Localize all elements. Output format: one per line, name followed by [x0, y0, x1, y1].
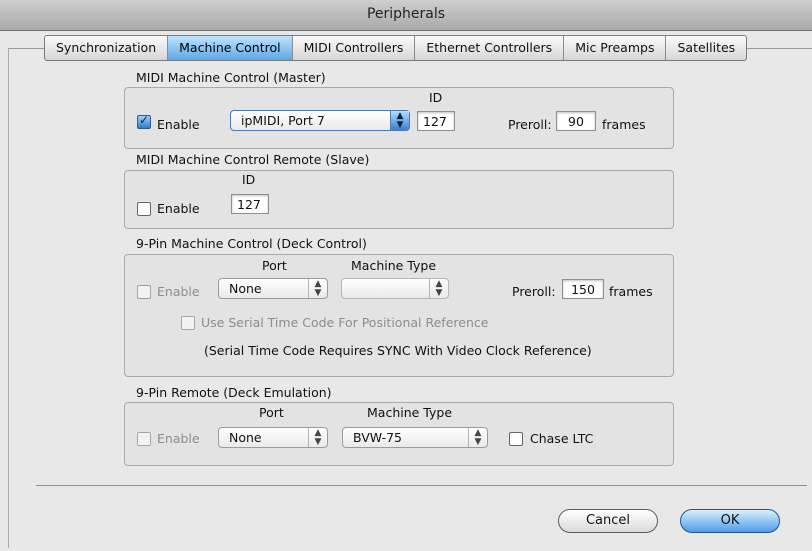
up-down-arrows-icon: ▲ ▼ — [308, 279, 327, 298]
mmc-master-id-field[interactable]: 127 — [417, 111, 455, 131]
ninepin-port-value: None — [229, 281, 262, 296]
ninepin-port-label: Port — [262, 258, 287, 273]
up-down-arrows-icon: ▲ ▼ — [390, 111, 409, 130]
tab-midi-controllers[interactable]: MIDI Controllers — [293, 36, 416, 60]
ninepin-remote-chase-checkbox[interactable] — [509, 432, 523, 446]
ninepin-preroll-field[interactable]: 150 — [562, 279, 604, 299]
mmc-master-group: Enable ipMIDI, Port 7 ▲▼ ID 127 Preroll:… — [124, 87, 674, 149]
tab-synchronization[interactable]: Synchronization — [45, 36, 169, 60]
ninepin-preroll-label: Preroll: — [512, 284, 556, 299]
mmc-master-preroll-label: Preroll: — [508, 117, 552, 132]
mmc-master-title: MIDI Machine Control (Master) — [136, 70, 326, 85]
tab-bar: Synchronization Machine Control MIDI Con… — [44, 35, 748, 61]
button-separator — [36, 485, 807, 486]
ninepin-machine-type-label: Machine Type — [351, 258, 437, 273]
tab-ethernet-controllers[interactable]: Ethernet Controllers — [415, 36, 565, 60]
up-down-arrows-icon: ▲ ▼ — [468, 428, 487, 447]
mmc-master-port-popup[interactable]: ipMIDI, Port 7 ▲ ▼ — [230, 110, 410, 131]
ninepin-enable-label: Enable — [157, 284, 200, 299]
window-title: Peripherals — [366, 6, 446, 22]
ninepin-serial-note: (Serial Time Code Requires SYNC With Vid… — [204, 343, 592, 358]
ninepin-remote-enable-label: Enable — [157, 431, 200, 446]
window-titlebar: Peripherals — [0, 0, 812, 31]
mmc-master-enable-checkbox[interactable] — [137, 113, 151, 129]
mmc-remote-title: MIDI Machine Control Remote (Slave) — [136, 152, 370, 167]
mmc-remote-enable-label: Enable — [157, 201, 200, 216]
ninepin-remote-port-value: None — [229, 430, 262, 445]
up-down-arrows-icon: ▲ ▼ — [308, 428, 327, 447]
tab-content-left-border — [8, 48, 9, 548]
ninepin-remote-machine-type-value: BVW-75 — [353, 430, 403, 445]
ninepin-frames-label: frames — [609, 284, 653, 299]
mmc-master-id-label: ID — [429, 90, 443, 105]
ok-button[interactable]: OK — [680, 509, 780, 533]
ninepin-remote-machine-type-popup[interactable]: BVW-75 ▲ ▼ — [342, 427, 488, 448]
ninepin-title: 9-Pin Machine Control (Deck Control) — [136, 236, 367, 251]
ninepin-port-popup[interactable]: None ▲ ▼ — [218, 278, 328, 299]
tab-machine-control[interactable]: Machine Control — [168, 36, 293, 60]
ninepin-enable-checkbox[interactable] — [137, 285, 151, 299]
ninepin-serial-tc-checkbox[interactable] — [181, 316, 195, 330]
mmc-remote-id-field[interactable]: 127 — [231, 194, 269, 214]
mmc-remote-group: Enable ID 127 — [124, 170, 674, 229]
tab-satellites[interactable]: Satellites — [666, 36, 746, 60]
ninepin-remote-port-label: Port — [259, 405, 284, 420]
mmc-master-port-value: ipMIDI, Port 7 — [241, 113, 325, 128]
mmc-master-enable-label: Enable — [157, 117, 200, 132]
mmc-master-preroll-field[interactable]: 90 — [556, 111, 596, 131]
ninepin-remote-enable-checkbox[interactable] — [137, 432, 151, 446]
ninepin-remote-group: Enable Port None ▲ ▼ Machine Type BVW-75 … — [124, 402, 674, 466]
ninepin-serial-tc-label: Use Serial Time Code For Positional Refe… — [201, 315, 489, 330]
ninepin-group: Enable Port None ▲ ▼ Machine Type ▲ ▼ Prer… — [124, 254, 674, 377]
ninepin-remote-chase-label: Chase LTC — [530, 431, 594, 446]
ninepin-remote-machine-type-label: Machine Type — [367, 405, 453, 420]
mmc-remote-enable-checkbox[interactable] — [137, 202, 151, 216]
ninepin-remote-port-popup[interactable]: None ▲ ▼ — [218, 427, 328, 448]
cancel-button[interactable]: Cancel — [558, 509, 658, 533]
up-down-arrows-icon: ▲ ▼ — [429, 279, 448, 298]
mmc-master-frames-label: frames — [602, 117, 646, 132]
ninepin-remote-title: 9-Pin Remote (Deck Emulation) — [136, 385, 332, 400]
mmc-remote-id-label: ID — [242, 172, 256, 187]
ninepin-machine-type-popup[interactable]: ▲ ▼ — [341, 278, 449, 299]
tab-mic-preamps[interactable]: Mic Preamps — [564, 36, 667, 60]
